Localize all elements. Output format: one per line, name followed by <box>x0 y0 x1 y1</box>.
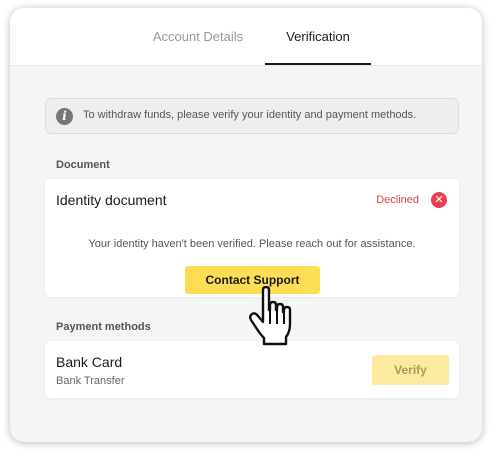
info-banner-text: To withdraw funds, please verify your id… <box>83 109 417 121</box>
payment-methods-section-label: Payment methods <box>56 321 151 333</box>
hand-pointer-icon <box>249 286 292 346</box>
tab-account-details[interactable]: Account Details <box>140 8 256 64</box>
close-circle-icon: ✕ <box>431 192 447 208</box>
identity-document-title: Identity document <box>56 192 167 208</box>
document-section-label: Document <box>56 159 110 171</box>
status-badge: Declined <box>376 194 419 206</box>
bank-card-title: Bank Card <box>56 354 123 370</box>
tab-bar: Account Details Verification <box>10 8 482 66</box>
bank-card-card: Bank Card Bank Transfer Verify <box>45 341 459 398</box>
bank-card-subtitle: Bank Transfer <box>56 375 125 387</box>
verify-button[interactable]: Verify <box>372 355 449 385</box>
info-banner: i To withdraw funds, please verify your … <box>45 98 459 134</box>
identity-document-card: Identity document Declined ✕ Your identi… <box>45 179 459 297</box>
verification-panel: Account Details Verification i To withdr… <box>10 8 482 442</box>
tab-verification[interactable]: Verification <box>265 8 371 65</box>
info-icon: i <box>56 108 73 125</box>
document-status-message: Your identity haven't been verified. Ple… <box>88 238 416 250</box>
